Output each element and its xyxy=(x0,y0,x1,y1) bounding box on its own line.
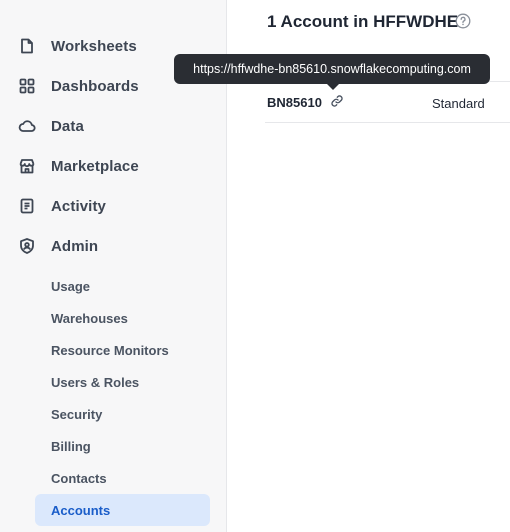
sidebar-item-label: Activity xyxy=(51,197,106,215)
link-icon[interactable] xyxy=(330,94,344,108)
sidebar-subitem-usage[interactable]: Usage xyxy=(35,270,210,302)
sidebar-subitem-resource-monitors[interactable]: Resource Monitors xyxy=(35,334,210,366)
store-icon xyxy=(17,156,37,176)
sidebar-item-marketplace[interactable]: Marketplace xyxy=(0,150,226,182)
account-edition: Standard xyxy=(432,96,485,111)
sidebar-subitem-accounts[interactable]: Accounts xyxy=(35,494,210,526)
shield-icon xyxy=(17,236,37,256)
document-icon xyxy=(17,36,37,56)
sidebar-subitem-label: Billing xyxy=(51,438,91,454)
sidebar-subitem-security[interactable]: Security xyxy=(35,398,210,430)
sidebar-subitem-label: Usage xyxy=(51,278,91,294)
list-icon xyxy=(17,196,37,216)
sidebar-subitem-label: Contacts xyxy=(51,470,107,486)
help-icon[interactable] xyxy=(455,13,471,29)
page-title: 1 Account in HFFWDHE xyxy=(267,12,459,31)
sidebar-subitem-label: Security xyxy=(51,406,103,422)
sidebar-subitem-contacts[interactable]: Contacts xyxy=(35,462,210,494)
url-tooltip: https://hffwdhe-bn85610.snowflakecomputi… xyxy=(174,54,490,84)
sidebar-subitem-users-roles[interactable]: Users & Roles xyxy=(35,366,210,398)
tooltip-arrow xyxy=(327,84,339,90)
sidebar-item-label: Dashboards xyxy=(51,77,139,95)
sidebar-item-data[interactable]: Data xyxy=(0,110,226,142)
sidebar-item-activity[interactable]: Activity xyxy=(0,190,226,222)
app-frame: Worksheets Dashboards Data Marketplace A… xyxy=(0,0,510,532)
sidebar-subitem-label: Accounts xyxy=(51,502,111,518)
grid-icon xyxy=(17,76,37,96)
sidebar-subitem-label: Users & Roles xyxy=(51,374,140,390)
sidebar-item-admin[interactable]: Admin xyxy=(0,230,226,262)
cloud-icon xyxy=(17,116,37,136)
account-locator[interactable]: BN85610 xyxy=(267,95,322,110)
sidebar-item-label: Data xyxy=(51,117,84,135)
sidebar-item-label: Admin xyxy=(51,237,99,255)
sidebar-item-label: Worksheets xyxy=(51,37,137,55)
sidebar-subitem-billing[interactable]: Billing xyxy=(35,430,210,462)
sidebar-subitem-label: Resource Monitors xyxy=(51,342,169,358)
table-row: BN85610 Standard xyxy=(265,82,510,123)
sidebar-subitem-label: Warehouses xyxy=(51,310,128,326)
sidebar-item-label: Marketplace xyxy=(51,157,139,175)
sidebar-subitem-warehouses[interactable]: Warehouses xyxy=(35,302,210,334)
